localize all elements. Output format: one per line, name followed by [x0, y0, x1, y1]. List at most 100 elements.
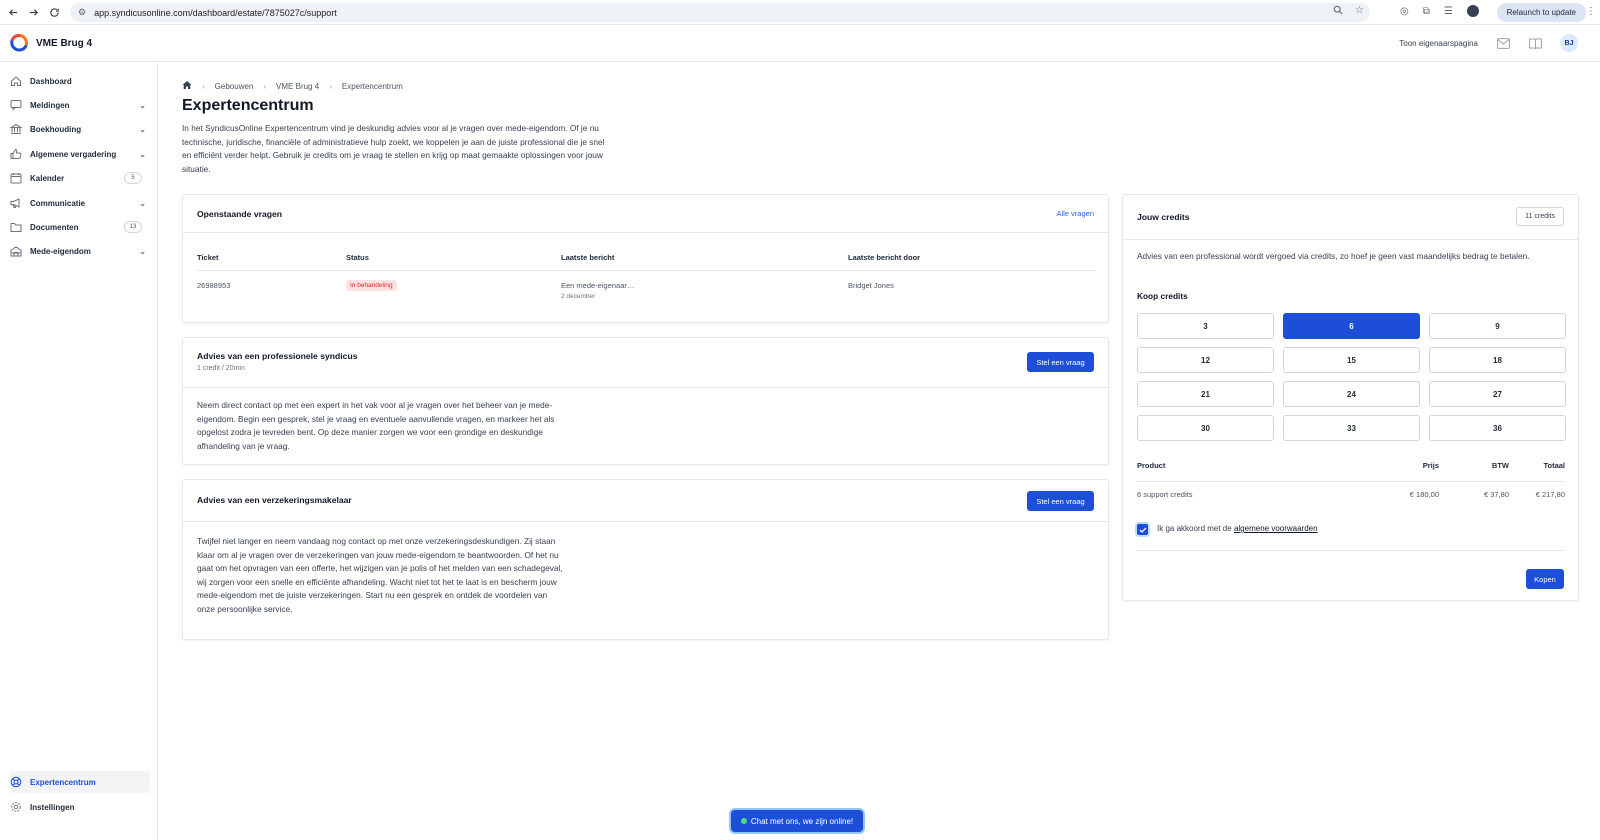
chevron-down-icon: ⌄ — [139, 149, 146, 159]
sidebar-item-algemene-vergadering[interactable]: Algemene vergadering ⌄ — [10, 143, 150, 165]
count-badge: 13 — [124, 221, 142, 233]
card-title: Advies van een professionele syndicus — [197, 351, 358, 361]
credit-option-15[interactable]: 15 — [1283, 347, 1420, 373]
page-title: Expertencentrum — [182, 97, 314, 114]
credit-option-24[interactable]: 24 — [1283, 381, 1420, 407]
credit-option-9[interactable]: 9 — [1429, 313, 1566, 339]
sidebar-item-label: Mede-eigendom — [30, 246, 91, 256]
credit-option-27[interactable]: 27 — [1429, 381, 1566, 407]
profile-avatar-icon[interactable] — [1466, 5, 1479, 17]
relaunch-button[interactable]: Relaunch to update — [1496, 3, 1586, 22]
count-badge: 5 — [124, 172, 142, 184]
sidebar-item-label: Dashboard — [30, 76, 72, 86]
chat-bubble-icon — [10, 99, 22, 111]
table-divider — [197, 270, 1096, 271]
credit-option-36[interactable]: 36 — [1429, 415, 1566, 441]
sidebar-item-communicatie[interactable]: Communicatie ⌄ — [10, 192, 150, 214]
site-info-icon[interactable]: ⚙ — [78, 7, 86, 18]
sidebar-item-instellingen[interactable]: Instellingen — [10, 796, 150, 818]
chat-label: Chat met ons, we zijn online! — [750, 816, 854, 826]
megaphone-icon — [10, 197, 22, 209]
sidebar-item-label: Algemene vergadering — [30, 149, 117, 159]
gear-icon — [10, 801, 22, 813]
breadcrumb-estate[interactable]: VME Brug 4 — [276, 82, 319, 91]
card-header — [183, 338, 1108, 388]
menu-kebab-icon[interactable]: ⋮ — [1586, 6, 1596, 17]
credit-option-33[interactable]: 33 — [1283, 415, 1420, 441]
back-icon[interactable] — [2, 1, 24, 23]
chevron-right-icon: › — [329, 81, 332, 91]
buy-button[interactable]: Kopen — [1526, 569, 1564, 589]
puzzle-icon[interactable]: ⧉ — [1423, 6, 1430, 17]
credit-option-30[interactable]: 30 — [1137, 415, 1274, 441]
last-message-date: 2 december — [561, 293, 596, 300]
buy-credits-heading: Koop credits — [1137, 291, 1188, 301]
sidebar-item-kalender[interactable]: Kalender 5 — [10, 167, 150, 189]
credits-description: Advies van een professional wordt vergoe… — [1137, 251, 1530, 261]
chevron-right-icon: › — [263, 81, 267, 91]
bank-icon — [10, 123, 22, 135]
column-header-product: Product — [1137, 461, 1166, 470]
column-header-status: Status — [346, 253, 369, 262]
sidebar-item-label: Documenten — [30, 222, 79, 232]
ask-question-button[interactable]: Stel een vraag — [1027, 352, 1094, 372]
open-questions-card: Openstaande vragen Alle vragen Ticket St… — [182, 194, 1109, 323]
bookmark-star-icon[interactable]: ☆ — [1355, 5, 1364, 18]
sidebar-item-meldingen[interactable]: Meldingen ⌄ — [10, 94, 150, 116]
all-questions-link[interactable]: Alle vragen — [1056, 209, 1094, 218]
card-body-text: Twijfel niet langer en neem vandaag nog … — [197, 536, 563, 614]
divider — [1137, 550, 1565, 551]
credit-option-12[interactable]: 12 — [1137, 347, 1274, 373]
online-status-icon — [740, 818, 747, 824]
mail-icon[interactable] — [1496, 36, 1510, 50]
terms-label: Ik ga akkoord met de algemene voorwaarde… — [1157, 524, 1318, 533]
forward-icon[interactable] — [22, 1, 44, 23]
zoom-icon[interactable] — [1333, 5, 1343, 18]
sidebar-item-label: Boekhouding — [30, 124, 82, 134]
sidebar-item-documenten[interactable]: Documenten 13 — [10, 216, 150, 238]
lifebuoy-icon — [10, 776, 22, 788]
terms-link[interactable]: algemene voorwaarden — [1234, 524, 1318, 533]
chevron-down-icon: ⌄ — [139, 198, 146, 208]
credits-balance-badge: 11 credits — [1516, 207, 1564, 226]
credit-option-21[interactable]: 21 — [1137, 381, 1274, 407]
home-icon — [10, 75, 22, 87]
credit-option-18[interactable]: 18 — [1429, 347, 1566, 373]
sidebar-item-boekhouding[interactable]: Boekhouding ⌄ — [10, 118, 150, 140]
credit-option-6[interactable]: 6 — [1283, 313, 1420, 339]
chevron-down-icon: ⌄ — [139, 100, 146, 110]
status-badge: In behandeling — [346, 280, 397, 291]
chat-widget-button[interactable]: Chat met ons, we zijn online! — [731, 810, 863, 832]
extension-icon[interactable]: ◎ — [1400, 6, 1409, 17]
card-body-text: Neem direct contact op met een expert in… — [197, 400, 555, 451]
advice-syndicus-card: Advies van een professionele syndicus 1 … — [182, 337, 1109, 465]
owner-page-link[interactable]: Toon eigenaarspagina — [1399, 39, 1478, 48]
chevron-down-icon: ⌄ — [139, 246, 146, 256]
sidebar: Dashboard Meldingen ⌄ Boekhouding ⌄ Alge… — [0, 63, 158, 840]
breadcrumb-gebouwen[interactable]: Gebouwen — [215, 82, 254, 91]
home-icon[interactable] — [182, 80, 192, 92]
user-avatar[interactable]: BJ — [1560, 34, 1578, 52]
thumbs-up-icon — [10, 148, 22, 160]
sidebar-item-expertencentrum[interactable]: Expertencentrum — [10, 771, 150, 793]
card-header — [183, 195, 1108, 233]
advice-insurance-card: Advies van een verzekeringsmakelaar Stel… — [182, 479, 1109, 640]
ask-question-button[interactable]: Stel een vraag — [1027, 491, 1094, 511]
app-title[interactable]: VME Brug 4 — [36, 38, 92, 49]
url-text: app.syndicusonline.com/dashboard/estate/… — [94, 7, 337, 18]
credit-option-3[interactable]: 3 — [1137, 313, 1274, 339]
tab-search-icon[interactable]: ☰ — [1444, 6, 1453, 17]
card-title: Openstaande vragen — [197, 209, 283, 219]
reload-icon[interactable] — [43, 1, 65, 23]
last-message-text: Een mede-eigenaar… — [561, 281, 635, 290]
product-name: 6 support credits — [1137, 490, 1193, 499]
address-bar[interactable]: ⚙ app.syndicusonline.com/dashboard/estat… — [70, 3, 1370, 22]
terms-checkbox[interactable] — [1137, 524, 1148, 535]
sidebar-item-mede-eigendom[interactable]: Mede-eigendom ⌄ — [10, 240, 150, 262]
app-header: VME Brug 4 Toon eigenaarspagina BJ — [0, 26, 1600, 62]
ticket-link[interactable]: 26988953 — [197, 281, 230, 290]
sidebar-item-dashboard[interactable]: Dashboard — [10, 70, 150, 92]
page-intro: In het SyndicusOnline Expertencentrum vi… — [182, 123, 605, 174]
app-logo-icon[interactable] — [10, 34, 28, 52]
book-icon[interactable] — [1528, 36, 1542, 50]
